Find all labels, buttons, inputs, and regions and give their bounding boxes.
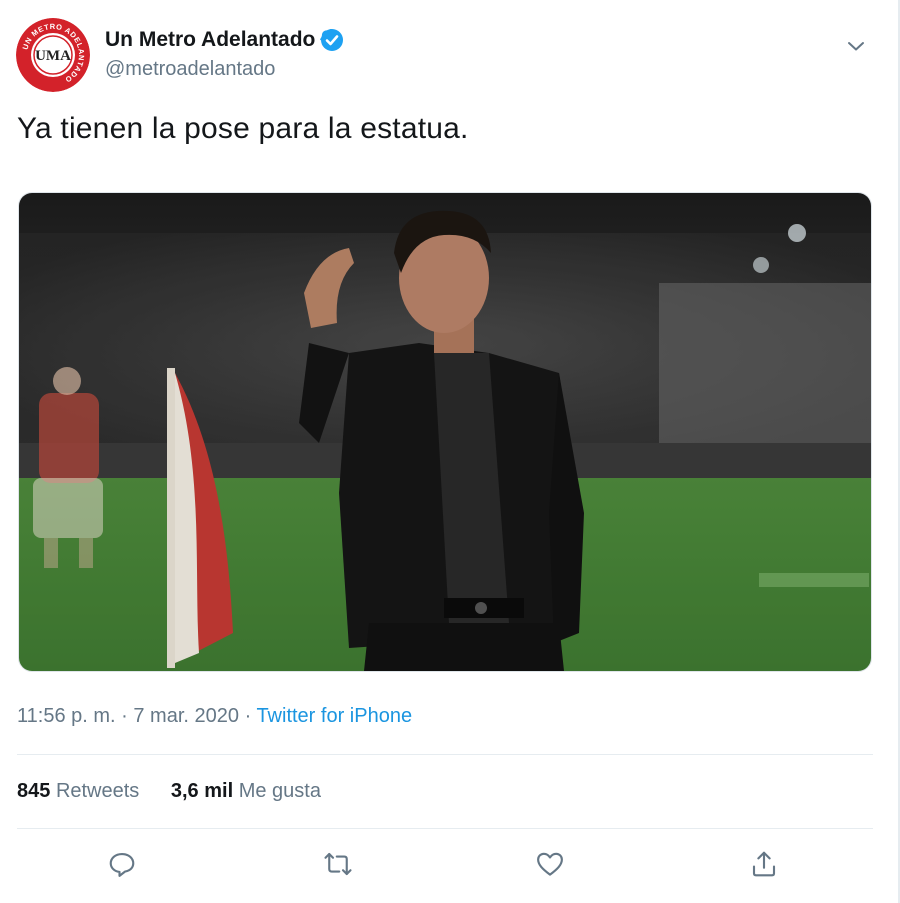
retweet-button[interactable] [320, 846, 356, 882]
chevron-down-icon[interactable] [844, 34, 868, 58]
share-icon [752, 851, 776, 877]
tweet-source-link[interactable]: Twitter for iPhone [256, 705, 412, 727]
user-handle[interactable]: @metroadelantado [105, 58, 344, 81]
display-name[interactable]: Un Metro Adelantado [105, 28, 315, 52]
tweet-text: Ya tienen la pose para la estatua. [17, 112, 469, 145]
retweet-icon [324, 852, 352, 876]
share-button[interactable] [746, 846, 782, 882]
likes-stat[interactable]: 3,6 mil Me gusta [171, 780, 321, 802]
meta-separator: · [244, 705, 252, 727]
avatar[interactable]: UN METRO ADELANTADO UMA [16, 18, 90, 92]
retweets-label: Retweets [55, 780, 140, 802]
tweet-header: UN METRO ADELANTADO UMA Un Metro Adelant… [16, 16, 876, 94]
meta-separator: · [121, 705, 128, 727]
reply-button[interactable] [104, 846, 140, 882]
tweet-stats: 845 Retweets 3,6 mil Me gusta [17, 780, 347, 803]
divider [17, 828, 873, 829]
retweets-stat[interactable]: 845 Retweets [17, 780, 145, 802]
tweet-photo[interactable] [18, 192, 872, 672]
like-icon [537, 852, 563, 876]
reply-icon [109, 852, 135, 877]
user-info: Un Metro Adelantado @metroadelantado [105, 26, 344, 81]
retweets-count: 845 [17, 780, 51, 802]
tweet-card: UN METRO ADELANTADO UMA Un Metro Adelant… [0, 0, 900, 903]
divider [17, 754, 873, 755]
tweet-date[interactable]: 7 mar. 2020 [133, 705, 239, 727]
tweet-time[interactable]: 11:56 p. m. [17, 705, 116, 727]
tweet-actions [0, 846, 880, 886]
avatar-logo-text: UMA [35, 48, 71, 64]
likes-count: 3,6 mil [170, 780, 234, 802]
tweet-timestamp-row: 11:56 p. m. · 7 mar. 2020 · Twitter for … [17, 705, 412, 728]
like-button[interactable] [532, 846, 568, 882]
likes-label: Me gusta [238, 780, 321, 802]
verified-badge-icon [320, 28, 344, 51]
